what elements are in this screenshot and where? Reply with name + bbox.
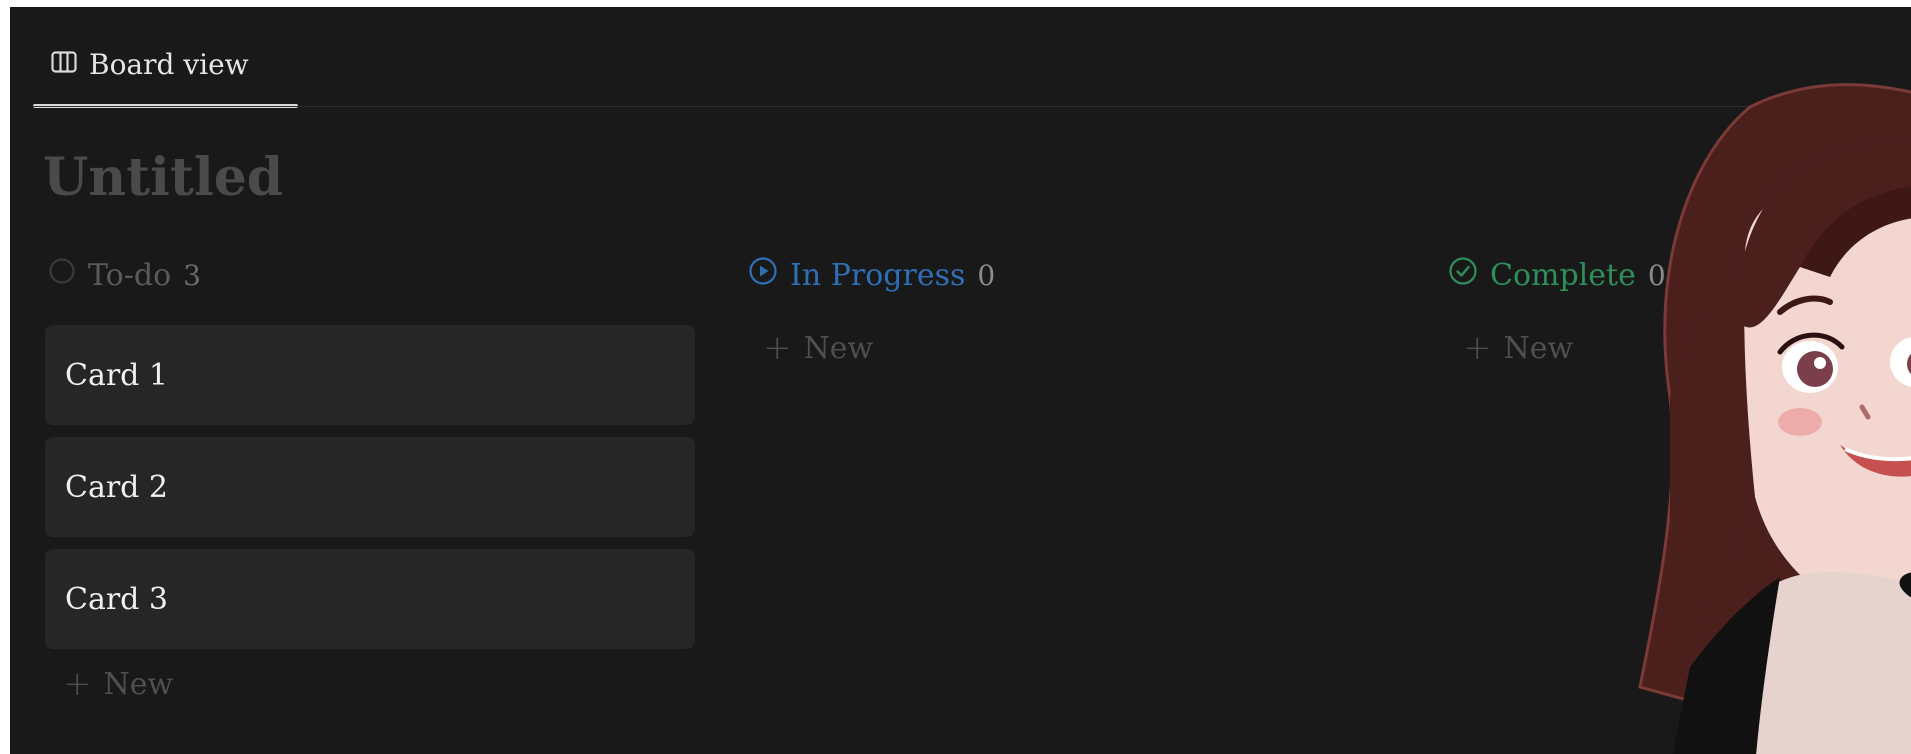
column-header-in-progress[interactable]: In Progress 0 bbox=[745, 252, 1395, 298]
card-title: Card 3 bbox=[65, 581, 169, 617]
plus-icon: + bbox=[763, 328, 792, 368]
plus-icon: + bbox=[1463, 328, 1492, 368]
new-card-label: New bbox=[1503, 330, 1574, 366]
board-column-todo: To-do 3 Card 1 Card 2 Card 3 + New bbox=[45, 252, 695, 707]
tab-board-view[interactable]: Board view bbox=[33, 21, 298, 107]
board-card[interactable]: Card 3 bbox=[45, 549, 695, 649]
page-title[interactable]: Untitled bbox=[43, 147, 283, 208]
new-card-label: New bbox=[803, 330, 874, 366]
tab-board-view-label: Board view bbox=[89, 47, 249, 81]
column-count-todo: 3 bbox=[183, 258, 201, 292]
column-header-todo[interactable]: To-do 3 bbox=[45, 252, 695, 298]
cartoon-avatar-icon bbox=[1630, 67, 1911, 754]
column-name-todo: To-do bbox=[88, 257, 172, 293]
column-count-in-progress: 0 bbox=[977, 258, 996, 292]
column-name-in-progress: In Progress bbox=[790, 257, 966, 293]
empty-circle-icon bbox=[48, 257, 76, 293]
card-title: Card 2 bbox=[65, 469, 169, 505]
board-card[interactable]: Card 1 bbox=[45, 325, 695, 425]
plus-icon: + bbox=[63, 664, 92, 704]
play-circle-icon bbox=[748, 256, 778, 294]
new-card-button-todo[interactable]: + New bbox=[45, 661, 695, 707]
screenshot-frame: Board view Untitled To-do 3 Card 1 Card … bbox=[0, 0, 1911, 754]
column-name-complete: Complete bbox=[1490, 257, 1636, 293]
board-column-in-progress: In Progress 0 + New bbox=[745, 252, 1395, 371]
card-title: Card 1 bbox=[65, 357, 169, 393]
new-card-label: New bbox=[103, 666, 174, 702]
board-app: Board view Untitled To-do 3 Card 1 Card … bbox=[10, 7, 1911, 754]
new-card-button-in-progress[interactable]: + New bbox=[745, 325, 1395, 371]
view-tab-bar: Board view bbox=[10, 7, 1911, 108]
board-card[interactable]: Card 2 bbox=[45, 437, 695, 537]
board-columns-icon bbox=[51, 51, 77, 77]
check-circle-icon bbox=[1448, 256, 1478, 294]
